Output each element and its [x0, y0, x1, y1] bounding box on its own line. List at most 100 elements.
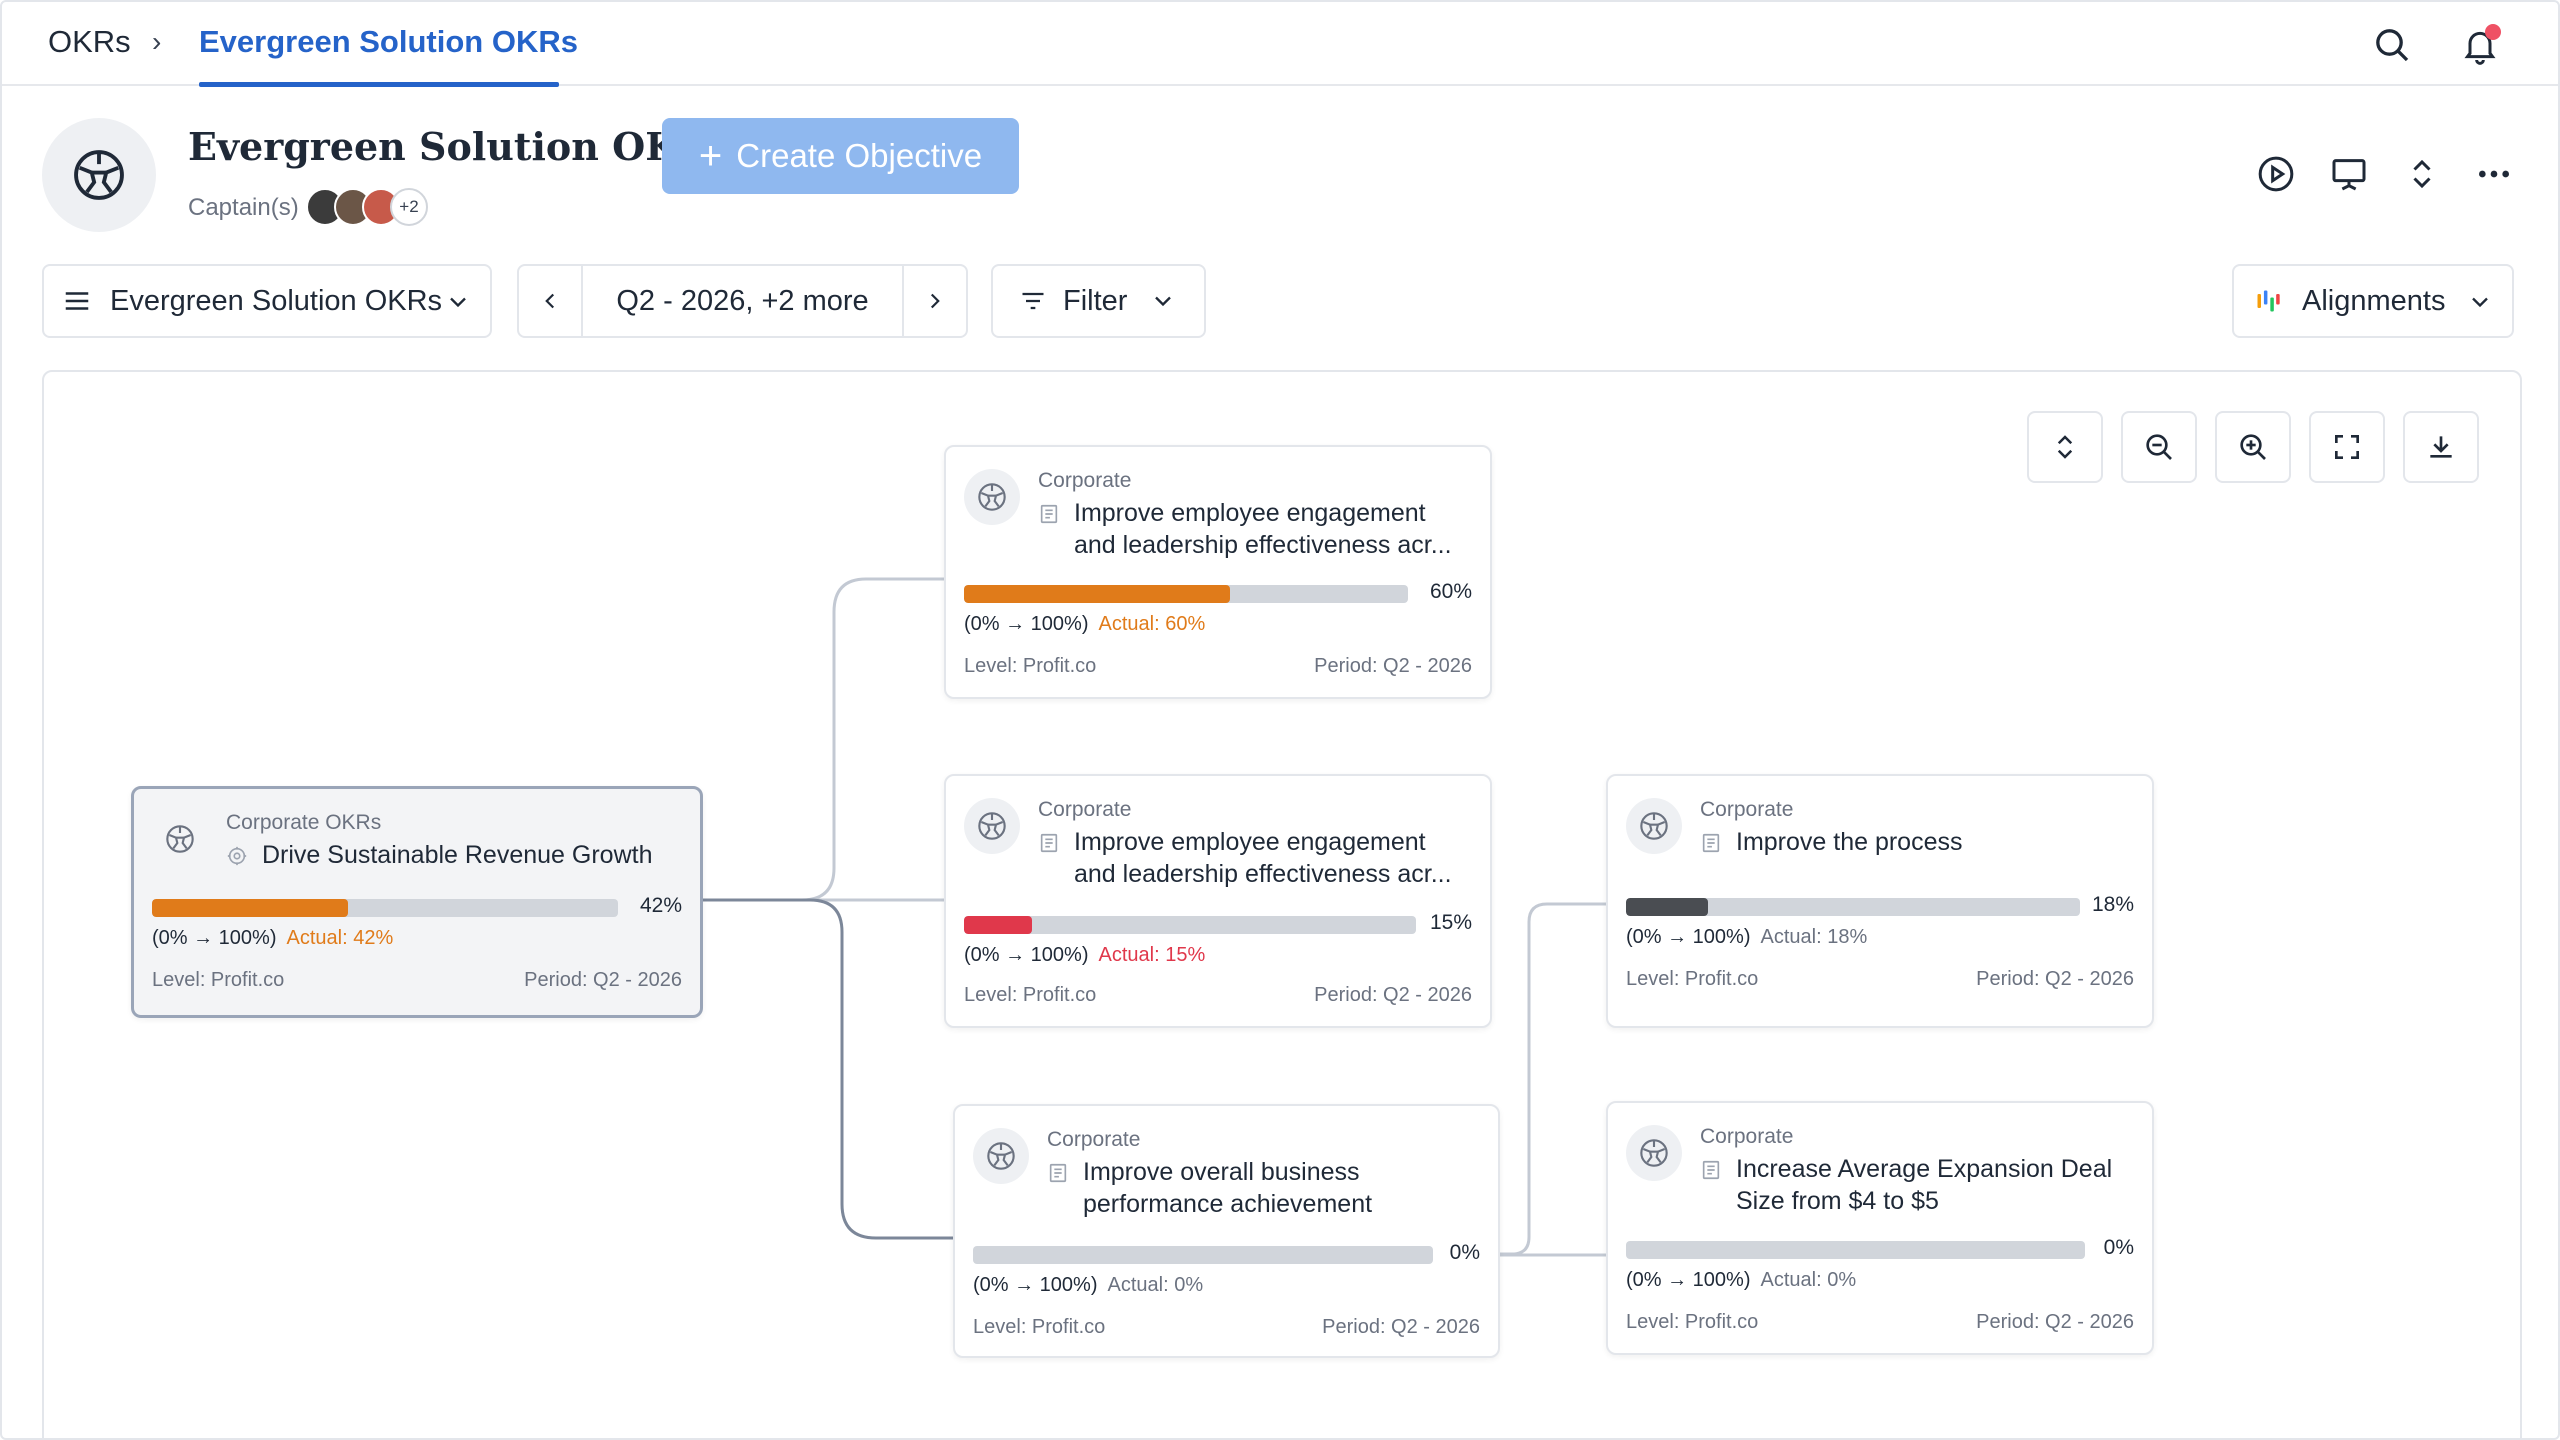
progress-percent: 42% — [639, 894, 682, 917]
chevron-down-icon — [2472, 297, 2488, 308]
card-level: Level: Profit.co — [964, 984, 1097, 1006]
download-button[interactable] — [2403, 411, 2479, 483]
actual-value: Actual: 0% — [1107, 1274, 1204, 1296]
okr-logo-icon — [973, 1128, 1029, 1184]
card-level-tag: Corporate — [1700, 1125, 1794, 1148]
fullscreen-icon — [2335, 435, 2359, 459]
captain-avatars[interactable]: +2 — [306, 188, 428, 228]
progress-range: (0% → 100%) Actual: 0% — [973, 1274, 1203, 1297]
objective-card-root[interactable]: Corporate OKRs Drive Sustainable Revenue… — [131, 786, 703, 1018]
document-icon — [1038, 832, 1060, 859]
okr-logo-icon — [1626, 798, 1682, 854]
expand-collapse-icon — [2057, 435, 2073, 459]
card-period: Period: Q2 - 2026 — [1314, 655, 1472, 677]
card-level: Level: Profit.co — [1626, 968, 1759, 990]
active-tab-underline — [199, 82, 559, 87]
progress-percent: 0% — [1449, 1241, 1480, 1264]
period-label[interactable]: Q2 - 2026, +2 more — [581, 266, 904, 336]
progress-percent: 60% — [1429, 580, 1472, 603]
progress-bar — [1626, 898, 2080, 916]
presentation-icon[interactable] — [2327, 152, 2371, 196]
document-icon — [1038, 503, 1060, 530]
chevron-right-icon — [930, 293, 940, 309]
app-window: OKRs › Evergreen Solution OKRs Evergreen… — [0, 0, 2560, 1440]
document-icon — [1047, 1162, 1069, 1189]
progress-range: (0% → 100%) Actual: 60% — [964, 613, 1205, 636]
alignments-icon — [2257, 290, 2280, 312]
range-text: (0% → 100%) — [1626, 926, 1751, 948]
alignments-dropdown[interactable]: Alignments — [2232, 264, 2514, 338]
range-text: (0% → 100%) — [964, 944, 1089, 966]
download-icon — [2430, 436, 2452, 458]
progress-fill — [964, 585, 1231, 603]
notification-dot — [2485, 24, 2501, 40]
range-text: (0% → 100%) — [973, 1274, 1098, 1296]
previous-period-button[interactable] — [519, 266, 581, 336]
top-bar: OKRs › Evergreen Solution OKRs — [2, 2, 2558, 87]
progress-range: (0% → 100%) Actual: 18% — [1626, 926, 1867, 949]
zoom-in-icon — [2240, 434, 2266, 460]
page-title: Evergreen Solution OKRs — [188, 124, 732, 169]
breadcrumb-current[interactable]: Evergreen Solution OKRs — [199, 24, 578, 60]
actual-value: Actual: 60% — [1098, 613, 1206, 635]
filter-button[interactable]: Filter — [991, 264, 1206, 338]
card-title[interactable]: Increase Average Expansion Deal Size fro… — [1736, 1153, 2136, 1217]
zoom-out-button[interactable] — [2121, 411, 2197, 483]
more-captains-badge[interactable]: +2 — [390, 188, 428, 226]
bell-icon[interactable] — [2457, 22, 2503, 68]
progress-bar — [964, 916, 1416, 934]
period-selector: Q2 - 2026, +2 more — [517, 264, 968, 338]
progress-range: (0% → 100%) Actual: 15% — [964, 944, 1205, 967]
create-objective-button[interactable]: + Create Objective — [662, 118, 1019, 194]
card-period: Period: Q2 - 2026 — [1976, 968, 2134, 990]
okr-logo-icon — [1626, 1125, 1682, 1181]
fullscreen-button[interactable] — [2309, 411, 2385, 483]
expand-collapse-icon[interactable] — [2400, 152, 2444, 196]
okr-logo-icon — [964, 469, 1020, 525]
card-title[interactable]: Improve employee engagement and leadersh… — [1074, 826, 1474, 890]
range-text: (0% → 100%) — [152, 927, 277, 949]
filter-label: Filter — [1063, 284, 1128, 317]
search-icon[interactable] — [2369, 22, 2415, 68]
card-title[interactable]: Improve the process — [1736, 826, 2136, 858]
card-title[interactable]: Improve overall business performance ach… — [1083, 1156, 1483, 1220]
document-icon — [1700, 1159, 1722, 1186]
create-objective-label: Create Objective — [736, 137, 983, 174]
expand-all-button[interactable] — [2027, 411, 2103, 483]
card-period: Period: Q2 - 2026 — [1976, 1311, 2134, 1333]
objective-card[interactable]: Corporate Improve employee engagement an… — [944, 445, 1492, 699]
alignments-label: Alignments — [2302, 284, 2446, 317]
card-level-tag: Corporate — [1047, 1128, 1141, 1151]
progress-percent: 0% — [2103, 1236, 2134, 1259]
progress-bar — [1626, 1241, 2085, 1259]
card-title[interactable]: Improve employee engagement and leadersh… — [1074, 497, 1474, 561]
target-icon — [226, 845, 248, 872]
card-level-tag: Corporate — [1038, 798, 1132, 821]
actual-value: Actual: 42% — [286, 927, 394, 949]
next-period-button[interactable] — [904, 266, 966, 336]
progress-fill — [152, 899, 348, 917]
card-level-tag: Corporate — [1038, 469, 1132, 492]
filter-icon — [1022, 292, 1044, 310]
progress-bar — [964, 585, 1408, 603]
progress-bar — [973, 1246, 1433, 1264]
okr-logo-icon — [42, 118, 156, 232]
actual-value: Actual: 0% — [1760, 1269, 1857, 1291]
zoom-in-button[interactable] — [2215, 411, 2291, 483]
objective-card[interactable]: Corporate Improve overall business perfo… — [953, 1104, 1500, 1358]
objective-card[interactable]: Corporate Increase Average Expansion Dea… — [1606, 1101, 2154, 1355]
okr-selector-label: Evergreen Solution OKRs — [110, 284, 443, 317]
objective-card[interactable]: Corporate Improve the process 18% (0% → … — [1606, 774, 2154, 1028]
more-options-icon[interactable] — [2472, 152, 2516, 196]
card-title[interactable]: Drive Sustainable Revenue Growth — [262, 839, 662, 871]
range-text: (0% → 100%) — [964, 613, 1089, 635]
breadcrumb-okrs[interactable]: OKRs — [48, 24, 131, 60]
actual-value: Actual: 18% — [1760, 926, 1868, 948]
breadcrumb-separator: › — [152, 26, 162, 57]
objective-card[interactable]: Corporate Improve employee engagement an… — [944, 774, 1492, 1028]
captains-label: Captain(s) — [188, 194, 299, 221]
okr-selector-dropdown[interactable]: Evergreen Solution OKRs — [42, 264, 492, 338]
okr-logo-icon — [964, 798, 1020, 854]
play-icon[interactable] — [2254, 152, 2298, 196]
progress-percent: 18% — [2091, 893, 2134, 916]
